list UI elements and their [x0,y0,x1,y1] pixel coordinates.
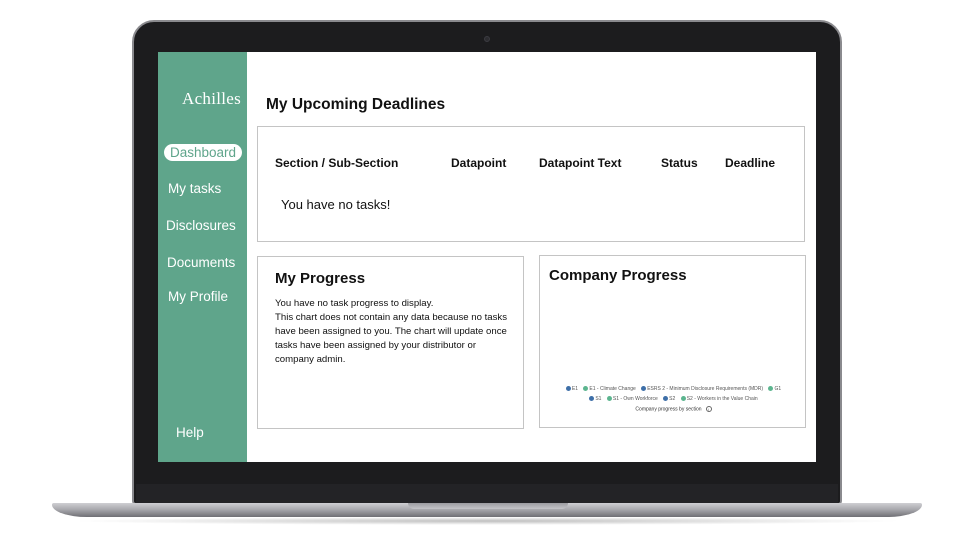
legend-row: S1 S1 - Own Workforce S2 S2 - Workers in… [540,394,807,404]
legend-label: S2 [669,396,676,402]
laptop-bezel [136,484,838,504]
column-header-deadline[interactable]: Deadline [725,156,775,170]
chart-legend: E1 E1 - Climate Change ESRS 2 - Minimum … [540,384,807,404]
column-header-datapoint-text[interactable]: Datapoint Text [539,156,621,170]
legend-dot [768,386,774,392]
legend-label: E1 [571,386,578,392]
legend-dot [680,396,686,402]
my-progress-title: My Progress [275,270,366,287]
no-progress-line: You have no task progress to display. [275,298,434,309]
sidebar-item-documents[interactable]: Documents [167,255,235,270]
camera-icon [484,36,490,42]
achilles-logo[interactable]: Achilles [182,89,241,109]
sidebar: Achilles Dashboard My tasks Disclosures … [158,52,247,462]
chart-caption: Company progress by section i [540,406,807,412]
laptop-notch [408,503,568,509]
legend-item-g1[interactable]: G1 [768,384,781,394]
company-progress-panel: Company Progress E1 E1 - Climate Change … [539,255,806,428]
my-progress-panel: My Progress You have no task progress to… [257,256,524,429]
sidebar-item-dashboard[interactable]: Dashboard [164,144,242,161]
sidebar-item-my-tasks[interactable]: My tasks [168,181,221,196]
legend-item-s2-value-chain[interactable]: S2 - Workers in the Value Chain [680,394,758,404]
company-progress-title: Company Progress [549,267,687,284]
page-title: My Upcoming Deadlines [266,96,446,113]
legend-label: G1 [774,386,782,392]
legend-label: ESRS 2 - Minimum Disclosure Requirements… [647,386,764,392]
legend-item-e1[interactable]: E1 [565,384,578,394]
empty-tasks-message: You have no tasks! [281,197,391,212]
screen: Achilles Dashboard My tasks Disclosures … [158,52,816,462]
my-progress-message: You have no task progress to display. Th… [275,297,515,367]
sidebar-item-help[interactable]: Help [176,425,204,440]
legend-dot [641,386,647,392]
legend-dot [583,386,589,392]
no-data-explanation: This chart does not contain any data bec… [275,312,507,365]
column-header-section[interactable]: Section / Sub-Section [275,156,398,170]
legend-dot [589,396,595,402]
legend-item-s2[interactable]: S2 [663,394,675,404]
sidebar-item-disclosures[interactable]: Disclosures [166,218,236,233]
legend-dot [565,386,571,392]
chart-caption-text: Company progress by section [635,406,702,413]
legend-item-e1-climate[interactable]: E1 - Climate Change [583,384,636,394]
legend-item-esrs2[interactable]: ESRS 2 - Minimum Disclosure Requirements… [641,384,763,394]
legend-item-s1[interactable]: S1 [589,394,601,404]
info-icon[interactable]: i [705,406,712,412]
column-header-status[interactable]: Status [661,156,698,170]
legend-label: S1 - Own Workforce [612,396,658,402]
sidebar-item-my-profile[interactable]: My Profile [168,289,228,304]
legend-item-s1-workforce[interactable]: S1 - Own Workforce [606,394,658,404]
deadlines-table: Section / Sub-Section Datapoint Datapoin… [257,126,805,242]
legend-row: E1 E1 - Climate Change ESRS 2 - Minimum … [540,384,807,394]
legend-label: E1 - Climate Change [589,386,636,392]
legend-dot [606,396,612,402]
legend-dot [663,396,669,402]
column-header-datapoint[interactable]: Datapoint [451,156,506,170]
legend-label: S2 - Workers in the Value Chain [686,396,758,402]
legend-label: S1 [595,396,602,402]
laptop-shadow [70,517,904,525]
